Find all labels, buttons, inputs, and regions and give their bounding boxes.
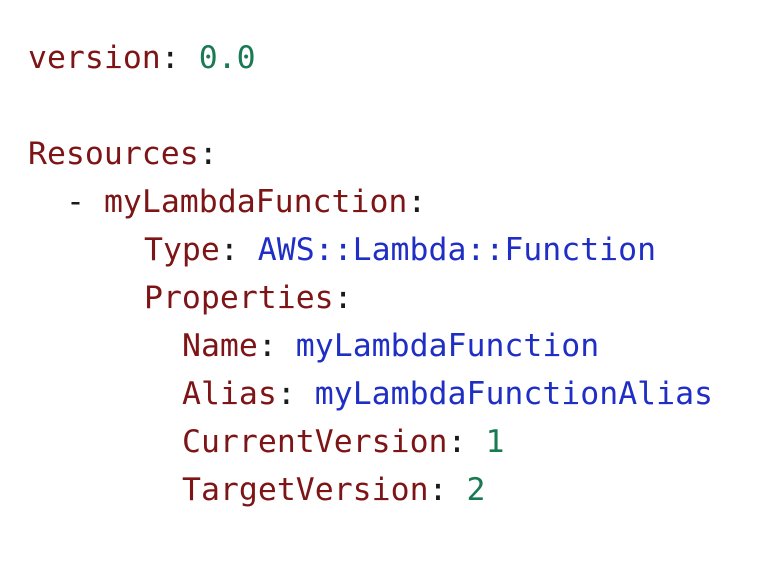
- value-name: myLambdaFunction: [295, 328, 600, 364]
- line-alias: Alias: myLambdaFunctionAlias: [182, 370, 713, 418]
- colon: :: [198, 136, 218, 172]
- colon: :: [447, 424, 467, 460]
- key-current-version: CurrentVersion: [182, 424, 448, 460]
- line-type: Type: AWS::Lambda::Function: [144, 226, 656, 274]
- key-properties: Properties: [144, 280, 334, 316]
- line-function: - myLambdaFunction:: [66, 178, 426, 226]
- line-properties: Properties:: [144, 274, 353, 322]
- line-resources: Resources:: [28, 130, 218, 178]
- key-version: version: [28, 40, 161, 76]
- line-current-version: CurrentVersion: 1: [182, 418, 504, 466]
- key-function: myLambdaFunction: [103, 184, 408, 220]
- value-type: AWS::Lambda::Function: [257, 232, 657, 268]
- colon: :: [160, 40, 180, 76]
- yaml-code-block: version: 0.0 Resources: - myLambdaFuncti…: [0, 0, 760, 578]
- key-type: Type: [144, 232, 220, 268]
- list-dash: -: [66, 184, 85, 220]
- value-alias: myLambdaFunctionAlias: [314, 376, 714, 412]
- key-name: Name: [182, 328, 258, 364]
- line-target-version: TargetVersion: 2: [182, 466, 485, 514]
- colon: :: [428, 472, 448, 508]
- value-current-version: 1: [485, 424, 505, 460]
- key-target-version: TargetVersion: [182, 472, 429, 508]
- colon: :: [276, 376, 296, 412]
- colon: :: [257, 328, 277, 364]
- key-resources: Resources: [28, 136, 199, 172]
- colon: :: [219, 232, 239, 268]
- key-alias: Alias: [182, 376, 277, 412]
- value-target-version: 2: [466, 472, 486, 508]
- line-version: version: 0.0: [28, 34, 256, 82]
- colon: :: [333, 280, 353, 316]
- line-name: Name: myLambdaFunction: [182, 322, 599, 370]
- colon: :: [407, 184, 427, 220]
- value-version: 0.0: [198, 40, 256, 76]
